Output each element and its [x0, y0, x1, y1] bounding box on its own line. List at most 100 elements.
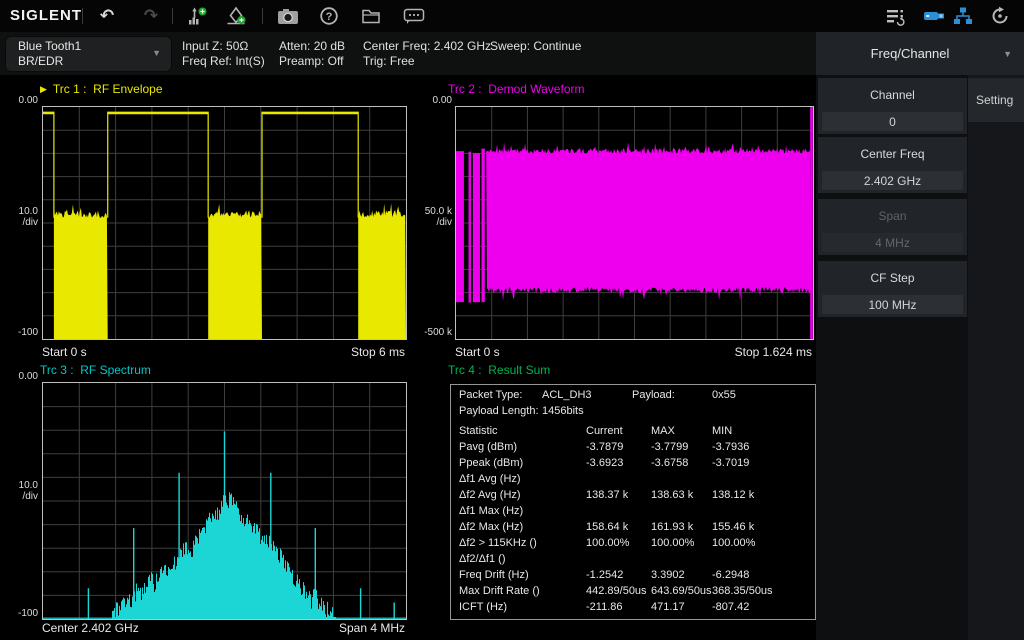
undo-icon[interactable]: ↶ — [94, 6, 120, 26]
table-cell: 643.69/50us — [651, 585, 712, 597]
header-info-group: Sweep: Continue — [490, 39, 581, 54]
trc1-x-stop: Stop 6 ms — [255, 345, 405, 359]
trc2-y-ref: 0.00 — [407, 95, 452, 106]
trc3-y-scale-unit: /div — [0, 491, 38, 502]
table-cell: -3.7019 — [712, 457, 749, 469]
redo-icon: ↷ — [138, 6, 164, 26]
table-cell: 155.46 k — [712, 521, 754, 533]
table-cell: MIN — [712, 425, 732, 437]
table-row: Δf2 Max (Hz)158.64 k161.93 k155.46 k — [451, 521, 815, 537]
table-row: Max Drift Rate ()442.89/50us643.69/50us3… — [451, 585, 815, 601]
table-cell: -3.7936 — [712, 441, 749, 453]
trc3-title[interactable]: Trc 3 : RF Spectrum — [40, 363, 151, 377]
trc3-y-ref: 0.00 — [0, 371, 38, 382]
peak-table-icon[interactable] — [186, 6, 208, 26]
table-cell: 471.17 — [651, 601, 685, 613]
trc1-y-scale: 10.0 — [0, 206, 38, 217]
trc1-y-ref: 0.00 — [0, 95, 38, 106]
table-cell: 161.93 k — [651, 521, 693, 533]
screen-list-icon[interactable] — [884, 6, 908, 26]
chevron-down-icon: ▼ — [1003, 49, 1012, 59]
table-cell: Current — [586, 425, 623, 437]
result-summary-table: Packet Type:ACL_DH3Payload:0x55Payload L… — [450, 384, 816, 620]
sidebar-button-value[interactable]: 100 MHz — [822, 295, 963, 314]
sidebar-button-label: Channel — [818, 78, 967, 112]
header-info-group: Atten: 20 dBPreamp: Off — [279, 39, 345, 69]
table-cell: Δf2/Δf1 () — [459, 553, 505, 565]
trc3-y-scale: 10.0 — [0, 480, 38, 491]
sidebar-button-label: Span — [818, 199, 967, 233]
table-cell: Δf2 > 115KHz () — [459, 537, 537, 549]
plot-area: ▶ Trc 1 : RF Envelope 0.00 10.0 /div -10… — [0, 75, 816, 640]
table-row: StatisticCurrentMAXMIN — [451, 425, 815, 441]
table-cell: ACL_DH3 — [542, 389, 592, 401]
sidebar-button-value[interactable]: 0 — [822, 112, 963, 131]
table-cell: 138.63 k — [651, 489, 693, 501]
divider — [262, 8, 263, 24]
usb-icon[interactable] — [922, 6, 948, 26]
toolbar: SIGLENT ↶ ↷ — [0, 0, 1024, 33]
trc2-plot — [455, 106, 814, 340]
spectrum-analyzer-app: SIGLENT ↶ ↷ — [0, 0, 1024, 640]
active-trace-marker-icon: ▶ — [40, 84, 47, 95]
table-cell: ICFT (Hz) — [459, 601, 507, 613]
sidebar-button-label: Center Freq — [818, 137, 967, 171]
file-icon[interactable] — [360, 6, 382, 26]
trc1-y-min: -100 — [0, 327, 38, 338]
sidebar-button-cf-step[interactable]: CF Step100 MHz — [818, 261, 967, 317]
trc3-y-min: -100 — [0, 608, 38, 619]
table-row: Δf2 Avg (Hz)138.37 k138.63 k138.12 k — [451, 489, 815, 505]
table-cell: Pavg (dBm) — [459, 441, 517, 453]
table-row: Packet Type:ACL_DH3Payload:0x55 — [451, 389, 815, 405]
lan-icon[interactable] — [952, 6, 974, 26]
trc1-title[interactable]: ▶ Trc 1 : RF Envelope — [40, 82, 163, 96]
sidebar-menu-title: Freq/Channel — [816, 32, 1004, 75]
siglent-logo: SIGLENT — [10, 7, 82, 24]
measure-mode-label: Blue Tooth1 BR/EDR — [18, 39, 81, 69]
trc2-x-start: Start 0 s — [455, 345, 500, 359]
measure-mode-dropdown[interactable]: Blue Tooth1 BR/EDR ▼ — [5, 36, 172, 72]
message-icon[interactable] — [402, 6, 426, 26]
trc3-x-center: Center 2.402 GHz — [42, 621, 139, 635]
tab-setting[interactable]: Setting — [968, 78, 1024, 122]
sidebar-menu-header[interactable]: Freq/Channel ▼ — [816, 32, 1024, 75]
table-cell: Packet Type: — [459, 389, 522, 401]
table-cell: -6.2948 — [712, 569, 749, 581]
trc3-x-span: Span 4 MHz — [255, 621, 405, 635]
table-cell: Ppeak (dBm) — [459, 457, 523, 469]
table-row: ICFT (Hz)-211.86471.17-807.42 — [451, 601, 815, 617]
table-cell: Δf1 Avg (Hz) — [459, 473, 521, 485]
trc3-plot — [42, 382, 407, 620]
table-row: Freq Drift (Hz)-1.25423.3902-6.2948 — [451, 569, 815, 585]
table-cell: Δf2 Avg (Hz) — [459, 489, 521, 501]
header-info-group: Input Z: 50ΩFreq Ref: Int(S) — [182, 39, 265, 69]
measurement-header-bar: Blue Tooth1 BR/EDR ▼ Input Z: 50ΩFreq Re… — [0, 32, 816, 75]
trc2-title[interactable]: Trc 2 : Demod Waveform — [448, 82, 584, 96]
help-icon[interactable]: ? — [318, 6, 340, 26]
divider — [82, 8, 83, 24]
sidebar-button-channel[interactable]: Channel0 — [818, 78, 967, 134]
screenshot-icon[interactable] — [276, 6, 300, 26]
preset-icon[interactable] — [988, 6, 1012, 26]
trc1-y-scale-unit: /div — [0, 217, 38, 228]
table-cell: -211.86 — [586, 601, 623, 613]
table-row: Δf2/Δf1 () — [451, 553, 815, 569]
table-cell: 368.35/50us — [712, 585, 773, 597]
trc2-x-stop: Stop 1.624 ms — [642, 345, 812, 359]
sidebar-button-value[interactable]: 2.402 GHz — [822, 171, 963, 190]
table-cell: Freq Drift (Hz) — [459, 569, 529, 581]
svg-text:?: ? — [326, 11, 333, 23]
trc1-x-start: Start 0 s — [42, 345, 87, 359]
marker-add-icon[interactable] — [224, 6, 248, 26]
table-cell: -1.2542 — [586, 569, 623, 581]
table-cell: 138.37 k — [586, 489, 628, 501]
trc4-title[interactable]: Trc 4 : Result Sum — [448, 363, 550, 377]
table-cell: Max Drift Rate () — [459, 585, 540, 597]
trc2-y-scale-unit: /div — [407, 217, 452, 228]
sidebar: Freq/Channel ▼ Setting Channel0Center Fr… — [816, 32, 1024, 640]
sidebar-button-center-freq[interactable]: Center Freq2.402 GHz — [818, 137, 967, 193]
table-row: Δf1 Max (Hz) — [451, 505, 815, 521]
table-cell: 0x55 — [712, 389, 736, 401]
table-row: Pavg (dBm)-3.7879-3.7799-3.7936 — [451, 441, 815, 457]
table-cell: -3.6923 — [586, 457, 623, 469]
